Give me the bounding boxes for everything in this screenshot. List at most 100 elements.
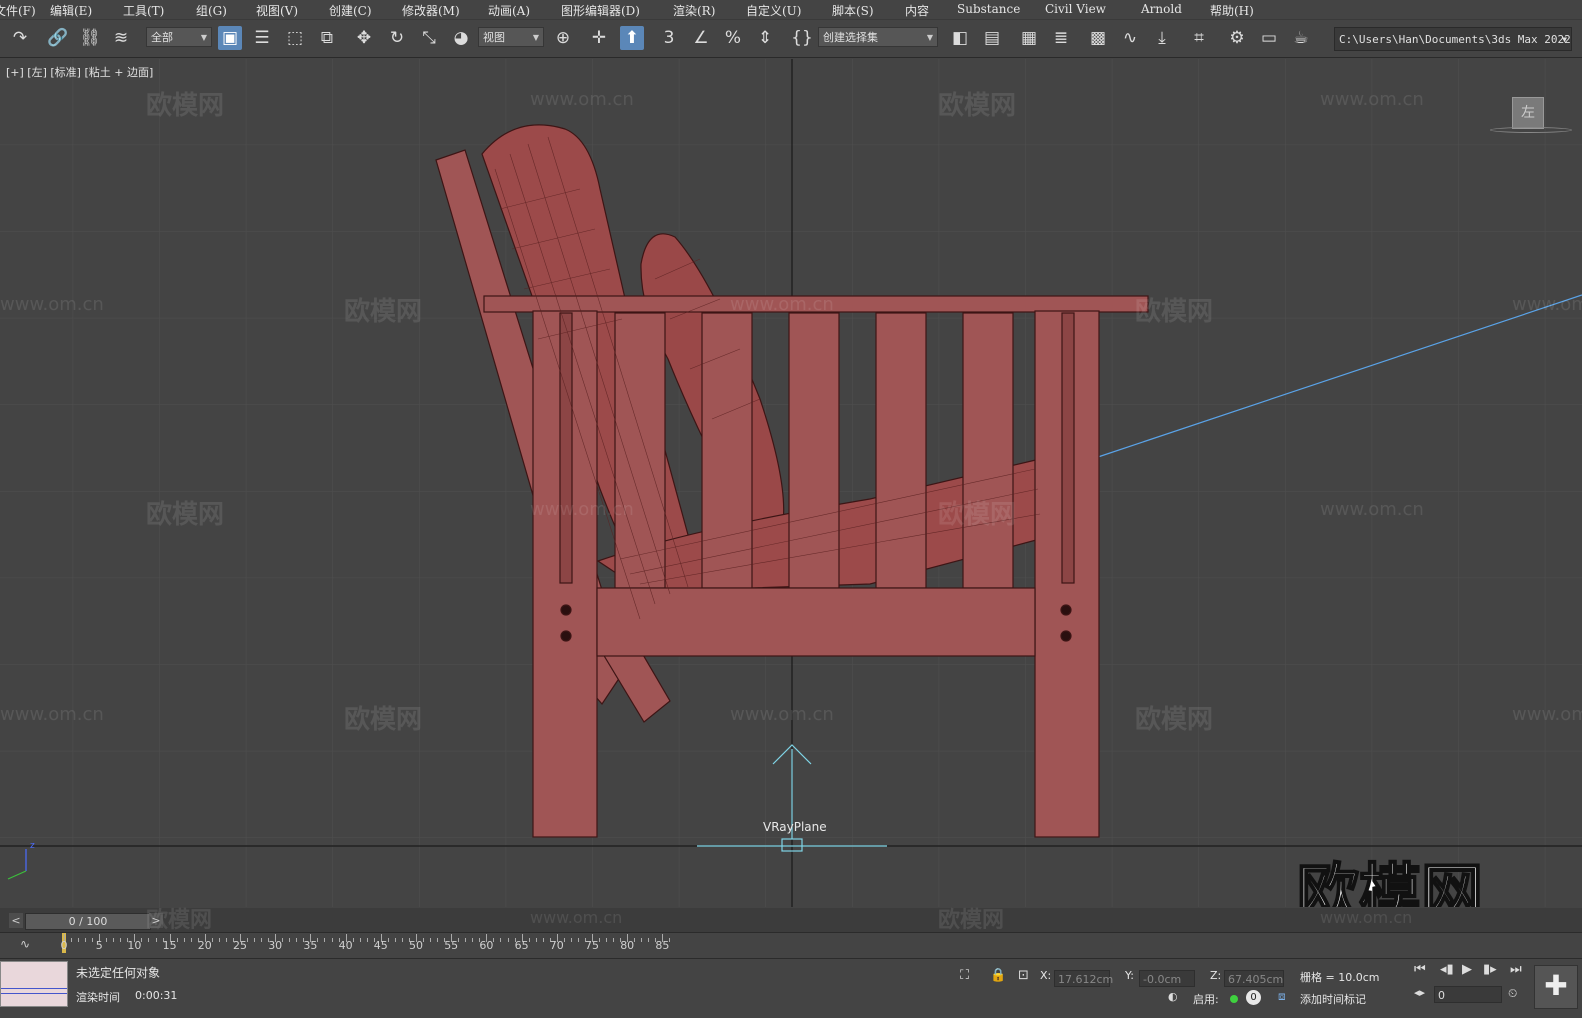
spinner-snap-icon[interactable]: ⇕	[753, 26, 777, 50]
add-time-tag[interactable]: 添加时间标记	[1300, 991, 1366, 1007]
mini-curve-editor-icon[interactable]: ∿	[20, 937, 30, 951]
ruler-tick-label: 5	[95, 939, 103, 952]
project-folder-path[interactable]: C:\Users\Han\Documents\3ds Max 2022 ▼	[1334, 27, 1572, 51]
mirror-icon[interactable]: ◧	[948, 26, 972, 50]
ruler-tick	[430, 938, 432, 942]
watermark: 欧模网	[344, 297, 423, 327]
next-frame-icon[interactable]: ▮▸	[1483, 962, 1497, 977]
menu-create[interactable]: 创建(C)	[329, 2, 372, 19]
link-icon[interactable]: 🔗	[46, 26, 70, 50]
select-scale-icon[interactable]: ⤡	[417, 26, 441, 50]
ruler-tick	[106, 938, 108, 942]
time-tag-icon[interactable]: ⧈	[1278, 989, 1286, 1004]
align-icon[interactable]: ▤	[980, 26, 1004, 50]
named-selection-set-select[interactable]: 创建选择集 ▼	[818, 27, 938, 47]
time-slider-prev[interactable]: <	[9, 913, 23, 928]
angle-snap-icon[interactable]: ∠	[689, 26, 713, 50]
ruler-tick-label: 30	[268, 939, 283, 952]
viewport-navigation-icon[interactable]: ✚	[1534, 965, 1578, 1009]
menu-view[interactable]: 视图(V)	[256, 2, 298, 19]
time-config-icon[interactable]: ⏲	[1508, 986, 1517, 1001]
select-by-name-icon[interactable]: ☰	[250, 26, 274, 50]
menu-civil-view[interactable]: Civil View	[1045, 2, 1106, 16]
go-to-start-icon[interactable]: ⏮	[1414, 962, 1426, 977]
key-mode-icon[interactable]: ◂▸	[1414, 986, 1425, 999]
time-slider[interactable]: < 0 / 100 > 欧模网 www.om.cn 欧模网 www.om.cn	[0, 908, 1582, 933]
axis-z-label: z	[30, 841, 35, 851]
project-path-text: C:\Users\Han\Documents\3ds Max 2022	[1339, 33, 1571, 46]
isolate-selection-icon[interactable]: ⛶	[960, 968, 969, 983]
menu-animation[interactable]: 动画(A)	[488, 2, 530, 19]
watermark: www.om.cn	[730, 704, 834, 725]
ruler-tick-label: 65	[514, 939, 529, 952]
current-frame-field[interactable]: 0	[1434, 986, 1502, 1003]
menu-graph-editors[interactable]: 图形编辑器(D)	[561, 2, 640, 19]
play-icon[interactable]: ▶	[1462, 962, 1472, 977]
ruler-tick	[296, 938, 298, 942]
select-object-icon[interactable]: ▣	[218, 26, 242, 50]
menu-group[interactable]: 组(G)	[196, 2, 227, 19]
go-to-end-icon[interactable]: ⏭	[1510, 962, 1522, 977]
rect-selection-region-icon[interactable]: ⬚	[283, 26, 307, 50]
select-rotate-icon[interactable]: ↻	[385, 26, 409, 50]
ruler-tick	[458, 938, 460, 942]
select-move-icon[interactable]: ✥	[352, 26, 376, 50]
ruler-tick	[289, 938, 291, 942]
menu-edit[interactable]: 编辑(E)	[50, 2, 92, 19]
menu-modifiers[interactable]: 修改器(M)	[402, 2, 460, 19]
menu-tools[interactable]: 工具(T)	[123, 2, 164, 19]
menu-substance[interactable]: Substance	[957, 2, 1020, 16]
selection-lock-icon[interactable]: 🔒	[990, 968, 1006, 983]
layer-explorer-icon[interactable]: ≣	[1049, 26, 1073, 50]
watermark: 欧模网	[146, 908, 213, 933]
maxscript-listener-mini[interactable]	[0, 961, 68, 1007]
render-production-icon[interactable]: ☕	[1289, 26, 1313, 50]
snaps-toggle-icon[interactable]: 3	[657, 26, 681, 50]
menu-arnold[interactable]: Arnold	[1141, 2, 1182, 16]
ref-coord-system-select[interactable]: 视图 ▼	[478, 27, 544, 47]
scene-explorer-icon[interactable]: ▦	[1017, 26, 1041, 50]
y-coord-field[interactable]: -0.0cm	[1139, 970, 1195, 987]
percent-snap-icon[interactable]: %	[721, 26, 745, 50]
z-coord-field[interactable]: 67.405cm	[1224, 970, 1284, 987]
track-bar[interactable]: ∿ 0 5 10 15 20 25 30 35 40 45 50 55 60 65 70 75 80 85	[0, 932, 1582, 959]
viewport-left[interactable]: [+] [左] [标准] [粘土 + 边面] 欧模网 www.om.cn 欧模网…	[0, 59, 1582, 907]
enable-count-badge[interactable]: 0	[1246, 990, 1261, 1005]
menu-rendering[interactable]: 渲染(R)	[673, 2, 715, 19]
watermark: www.om.cn	[530, 89, 634, 110]
ruler-tick	[71, 938, 73, 942]
menu-content[interactable]: 内容	[905, 2, 929, 19]
ruler-tick	[317, 938, 319, 942]
viewcube-ring[interactable]	[1490, 127, 1572, 133]
ref-coord-value: 视图	[483, 31, 505, 44]
select-place-icon[interactable]: ◕	[449, 26, 473, 50]
menu-file[interactable]: 文件(F)	[0, 2, 36, 19]
menu-customize[interactable]: 自定义(U)	[746, 2, 801, 19]
redo-icon[interactable]: ↷	[8, 26, 32, 50]
menu-scripting[interactable]: 脚本(S)	[832, 2, 874, 19]
rendered-frame-window-icon[interactable]: ▭	[1257, 26, 1281, 50]
unlink-icon[interactable]: ⛓	[78, 26, 102, 50]
schematic-view-icon[interactable]: ⌗	[1187, 26, 1211, 50]
render-setup-icon[interactable]: ⚙	[1225, 26, 1249, 50]
edit-named-selection-icon[interactable]: {}	[790, 26, 814, 50]
viewcube[interactable]: 左	[1512, 97, 1544, 129]
select-manipulate-icon[interactable]: ✛	[587, 26, 611, 50]
selection-filter-select[interactable]: 全部 ▼	[146, 27, 212, 47]
pivot-center-icon[interactable]: ⊕	[551, 26, 575, 50]
menu-help[interactable]: 帮助(H)	[1210, 2, 1254, 19]
curve-editor-icon[interactable]: ∿	[1118, 26, 1142, 50]
dope-sheet-icon[interactable]: ⤓	[1150, 26, 1174, 50]
adaptive-degradation-icon[interactable]: ◐	[1168, 990, 1178, 1003]
time-slider-frame[interactable]: 0 / 100	[25, 913, 151, 930]
ribbon-toggle-icon[interactable]: ▩	[1086, 26, 1110, 50]
keyboard-shortcut-override-icon[interactable]: ⬆	[620, 26, 644, 50]
viewport-label[interactable]: [+] [左] [标准] [粘土 + 边面]	[6, 64, 153, 80]
bind-space-warp-icon[interactable]: ≋	[109, 26, 133, 50]
window-crossing-icon[interactable]: ⧉	[315, 26, 339, 50]
enable-label: 启用:	[1193, 993, 1219, 1006]
ruler-tick-label: 40	[338, 939, 353, 952]
x-coord-field[interactable]: 17.612cm	[1054, 970, 1113, 987]
absolute-mode-icon[interactable]: ⊡	[1018, 968, 1029, 983]
previous-frame-icon[interactable]: ◂▮	[1440, 962, 1454, 977]
